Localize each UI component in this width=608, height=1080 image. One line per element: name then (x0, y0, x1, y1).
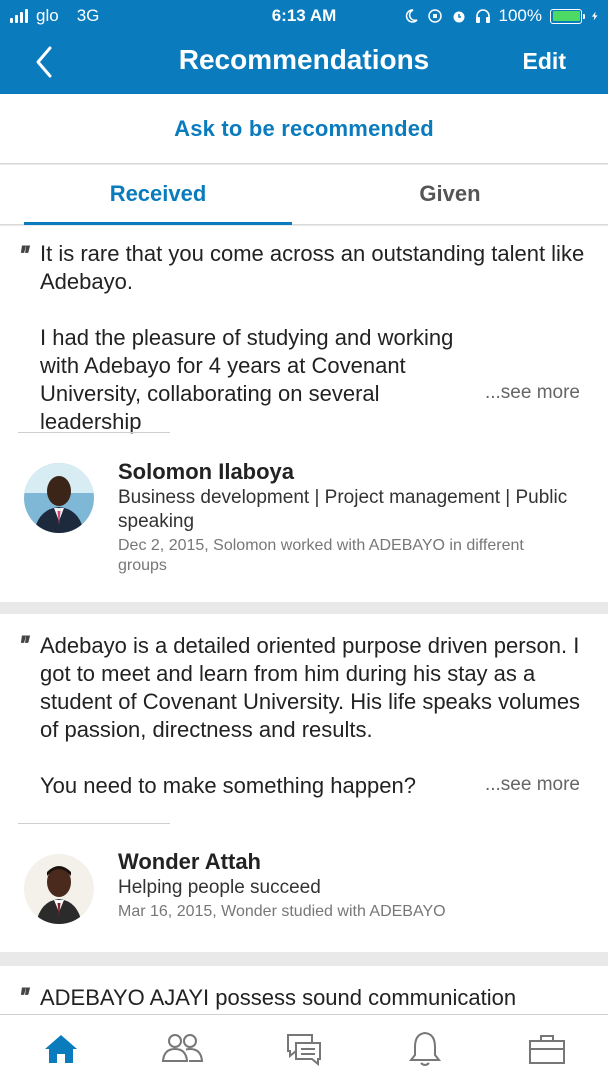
avatar[interactable] (24, 463, 94, 533)
recommendation-card: '' ADEBAYO AJAYI possess sound communica… (0, 966, 608, 1014)
quote-paragraph: I had the pleasure of studying and worki… (40, 325, 454, 434)
tab-given[interactable]: Given (316, 165, 584, 225)
quote-paragraph: ADEBAYO AJAYI possess sound communicatio… (40, 985, 517, 1010)
recommendation-meta: Dec 2, 2015, Solomon worked with ADEBAYO… (118, 537, 524, 574)
edit-button[interactable]: Edit (523, 48, 566, 75)
moon-icon (405, 9, 418, 23)
recommendation-card: '' It is rare that you come across an ou… (0, 226, 608, 602)
recommendation-text[interactable]: It is rare that you come across an outst… (40, 240, 588, 436)
avatar[interactable] (24, 854, 94, 924)
quote-icon: '' (18, 630, 29, 663)
nav-bar: Recommendations Edit (0, 36, 608, 88)
divider (18, 823, 170, 824)
notifications-icon[interactable] (405, 1029, 445, 1069)
page-title: Recommendations (178, 44, 430, 75)
recommender-headline: Business development | Project managemen… (118, 487, 568, 532)
status-bar: glo 3G 6:13 AM 100% (0, 0, 608, 32)
alarm-icon (453, 11, 465, 23)
recommendation-tabs: Received Given (0, 165, 608, 225)
recommender-info: Solomon Ilaboya Business development | P… (118, 458, 588, 576)
app-header: glo 3G 6:13 AM 100% Recommendations Edit (0, 0, 608, 94)
headphones-icon (475, 9, 490, 23)
charging-icon (591, 11, 598, 21)
see-more-link[interactable]: ...see more (485, 774, 580, 796)
home-icon[interactable] (41, 1029, 81, 1069)
quote-icon: '' (18, 240, 29, 273)
people-icon[interactable] (160, 1029, 204, 1069)
ask-to-be-recommended-button[interactable]: Ask to be recommended (0, 94, 608, 164)
recommender-name[interactable]: Wonder Attah (118, 848, 588, 876)
quote-paragraph: Adebayo is a detailed oriented purpose d… (40, 633, 581, 742)
jobs-icon[interactable] (527, 1029, 567, 1069)
tab-received[interactable]: Received (24, 165, 292, 225)
see-more-link[interactable]: ...see more (485, 382, 580, 404)
recommendation-text[interactable]: ADEBAYO AJAYI possess sound communicatio… (40, 984, 588, 1012)
battery-percent: 100% (498, 6, 542, 25)
orientation-lock-icon (427, 9, 442, 23)
divider (18, 432, 170, 433)
recommendation-meta: Mar 16, 2015, Wonder studied with ADEBAY… (118, 903, 446, 920)
recommender-info: Wonder Attah Helping people succeed Mar … (118, 848, 588, 922)
messages-icon[interactable] (284, 1029, 324, 1069)
recommendation-card: '' Adebayo is a detailed oriented purpos… (0, 614, 608, 952)
quote-icon: '' (18, 982, 29, 1014)
bottom-tab-bar (0, 1014, 608, 1080)
recommender-headline: Helping people succeed (118, 877, 321, 898)
quote-paragraph: It is rare that you come across an outst… (40, 241, 585, 294)
battery-icon (550, 8, 585, 24)
recommender-name[interactable]: Solomon Ilaboya (118, 458, 588, 486)
